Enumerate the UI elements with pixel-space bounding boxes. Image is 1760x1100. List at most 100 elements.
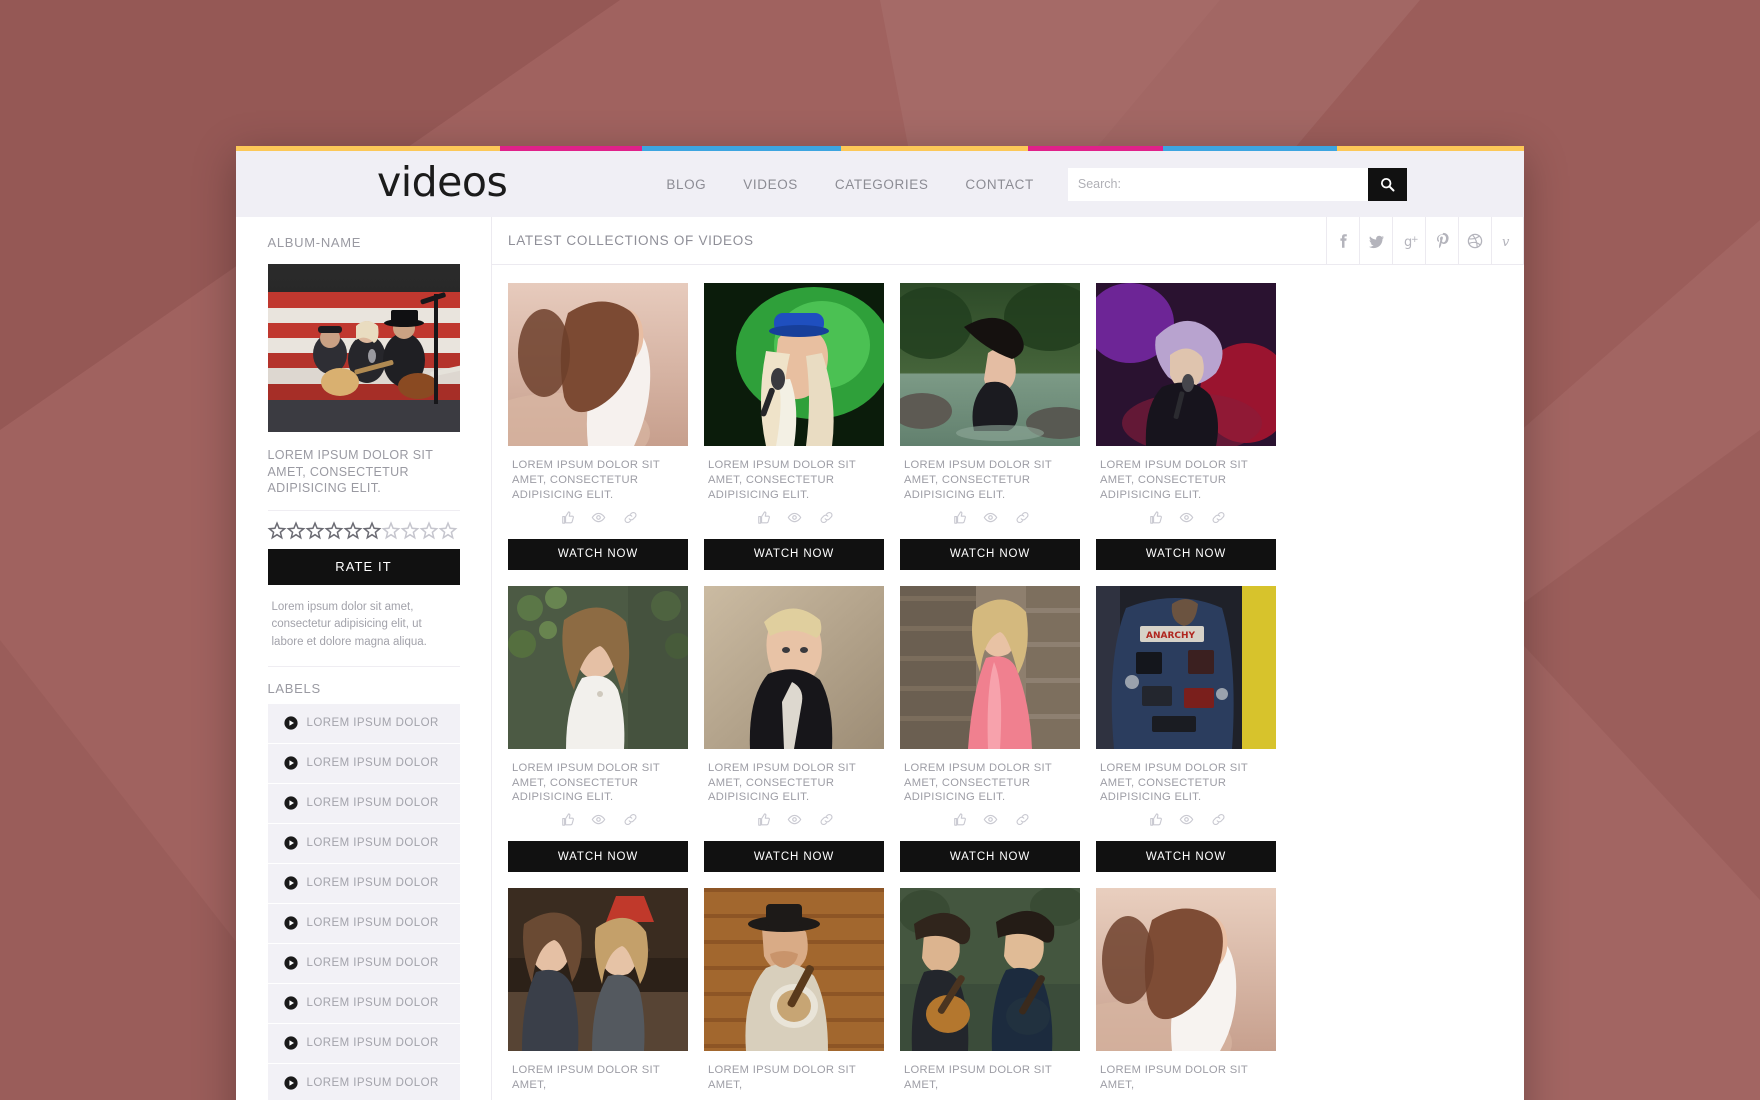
video-thumbnail[interactable] (900, 888, 1080, 1052)
video-thumbnail[interactable] (1096, 888, 1276, 1052)
watch-now-button[interactable]: WATCH NOW (900, 538, 1080, 570)
star-icon-empty[interactable] (438, 521, 457, 540)
star-icon-filled[interactable] (362, 521, 381, 540)
label-item-3[interactable]: LOREM IPSUM DOLOR (267, 783, 460, 823)
link-action[interactable] (1211, 510, 1226, 530)
watch-now-button[interactable]: WATCH NOW (704, 538, 884, 570)
eye-action[interactable] (787, 510, 802, 530)
search-input[interactable] (1067, 167, 1368, 201)
thumbs-up-action[interactable] (951, 510, 966, 530)
site-body: ALBUM-NAME LOREM IPSUM DOLOR SIT AMET, C… (236, 216, 1524, 1100)
video-thumbnail[interactable] (508, 585, 688, 749)
star-icon-empty[interactable] (400, 521, 419, 540)
link-action[interactable] (819, 812, 834, 832)
pinterest-link[interactable] (1425, 216, 1458, 265)
star-icon-empty[interactable] (381, 521, 400, 540)
star-icon-filled[interactable] (286, 521, 305, 540)
facebook-link[interactable] (1326, 216, 1359, 265)
label-item-6[interactable]: LOREM IPSUM DOLOR (267, 903, 460, 943)
eye-action[interactable] (1179, 812, 1194, 832)
vimeo-link[interactable]: v (1491, 216, 1524, 265)
label-item-8[interactable]: LOREM IPSUM DOLOR (267, 983, 460, 1023)
video-caption: LOREM IPSUM DOLOR SIT AMET, CONSECTETUR … (1100, 761, 1248, 804)
label-item-text: LOREM IPSUM DOLOR (306, 1037, 439, 1050)
video-thumbnail[interactable] (1096, 283, 1276, 446)
thumbs-up-action[interactable] (559, 812, 574, 832)
star-icon-filled[interactable] (305, 521, 324, 540)
thumbs-up-action[interactable] (755, 812, 770, 832)
eye-action[interactable] (1179, 510, 1194, 530)
video-actions (900, 805, 1080, 841)
label-item-5[interactable]: LOREM IPSUM DOLOR (267, 863, 460, 903)
video-thumbnail[interactable] (900, 585, 1080, 749)
search-button[interactable] (1367, 167, 1407, 201)
video-card: LOREM IPSUM DOLOR SIT AMET, CONSECTETUR … (508, 585, 688, 873)
eye-action[interactable] (591, 812, 606, 832)
watch-now-button[interactable]: WATCH NOW (1096, 841, 1276, 873)
nav-item-videos[interactable]: VIDEOS (743, 177, 798, 192)
label-item-10[interactable]: LOREM IPSUM DOLOR (267, 1063, 460, 1100)
thumbs-up-action[interactable] (951, 812, 966, 832)
video-thumbnail[interactable] (508, 888, 688, 1052)
link-action[interactable] (623, 510, 638, 530)
video-actions (508, 1093, 688, 1100)
nav-item-blog[interactable]: BLOG (666, 177, 706, 192)
star-icon-empty[interactable] (419, 521, 438, 540)
video-caption: LOREM IPSUM DOLOR SIT AMET, (1100, 1064, 1248, 1092)
link-action[interactable] (819, 510, 834, 530)
video-thumbnail[interactable] (704, 283, 884, 446)
watch-now-button[interactable]: WATCH NOW (1096, 538, 1276, 570)
label-item-4[interactable]: LOREM IPSUM DOLOR (267, 823, 460, 863)
site-header: videos BLOG VIDEOS CATEGORIES CONTACT (236, 151, 1524, 217)
rate-it-button[interactable]: RATE IT (267, 548, 460, 585)
watch-now-button[interactable]: WATCH NOW (508, 538, 688, 570)
eye-action[interactable] (983, 510, 998, 530)
video-thumbnail[interactable] (704, 585, 884, 749)
nav-item-categories[interactable]: CATEGORIES (835, 177, 929, 192)
link-action[interactable] (1015, 510, 1030, 530)
watch-now-button[interactable]: WATCH NOW (508, 841, 688, 873)
label-item-text: LOREM IPSUM DOLOR (306, 997, 439, 1010)
video-actions (704, 1093, 884, 1100)
video-thumbnail[interactable] (900, 283, 1080, 446)
watch-now-button[interactable]: WATCH NOW (704, 841, 884, 873)
video-thumbnail[interactable] (704, 888, 884, 1052)
play-circle-icon (283, 916, 298, 931)
band-performing-photo (267, 264, 460, 432)
star-icon-filled[interactable] (324, 521, 343, 540)
nav-item-contact[interactable]: CONTACT (965, 177, 1033, 192)
rating-stars[interactable] (267, 521, 460, 541)
site-logo[interactable]: videos (377, 161, 508, 207)
thumbs-up-action[interactable] (559, 510, 574, 530)
link-action[interactable] (623, 812, 638, 832)
video-actions (1096, 1093, 1276, 1100)
video-thumbnail[interactable]: ANARCHY (1096, 585, 1276, 749)
pinterest-icon (1437, 232, 1449, 248)
video-actions (704, 503, 884, 539)
label-item-text: LOREM IPSUM DOLOR (306, 837, 439, 850)
label-item-text: LOREM IPSUM DOLOR (306, 757, 439, 770)
google-plus-link[interactable]: g + (1392, 216, 1425, 265)
thumbs-up-action[interactable] (755, 510, 770, 530)
eye-action[interactable] (983, 812, 998, 832)
eye-action[interactable] (787, 812, 802, 832)
eye-icon (983, 512, 997, 522)
album-thumbnail[interactable] (267, 264, 460, 432)
twitter-link[interactable] (1359, 216, 1392, 265)
thumbs-up-action[interactable] (1147, 510, 1162, 530)
link-action[interactable] (1211, 812, 1226, 832)
thumbs-up-action[interactable] (1147, 812, 1162, 832)
label-item-9[interactable]: LOREM IPSUM DOLOR (267, 1023, 460, 1063)
star-icon-filled[interactable] (267, 521, 286, 540)
dribbble-link[interactable] (1458, 216, 1491, 265)
watch-now-button[interactable]: WATCH NOW (900, 841, 1080, 873)
labels-list: LOREM IPSUM DOLOR LOREM IPSUM DOLOR LOREM … (267, 703, 460, 1100)
link-action[interactable] (1015, 812, 1030, 832)
star-icon-filled[interactable] (343, 521, 362, 540)
eye-action[interactable] (591, 510, 606, 530)
video-thumbnail[interactable] (508, 283, 688, 446)
label-item-7[interactable]: LOREM IPSUM DOLOR (267, 943, 460, 983)
play-circle-icon (283, 796, 298, 811)
label-item-1[interactable]: LOREM IPSUM DOLOR (267, 703, 460, 743)
label-item-2[interactable]: LOREM IPSUM DOLOR (267, 743, 460, 783)
